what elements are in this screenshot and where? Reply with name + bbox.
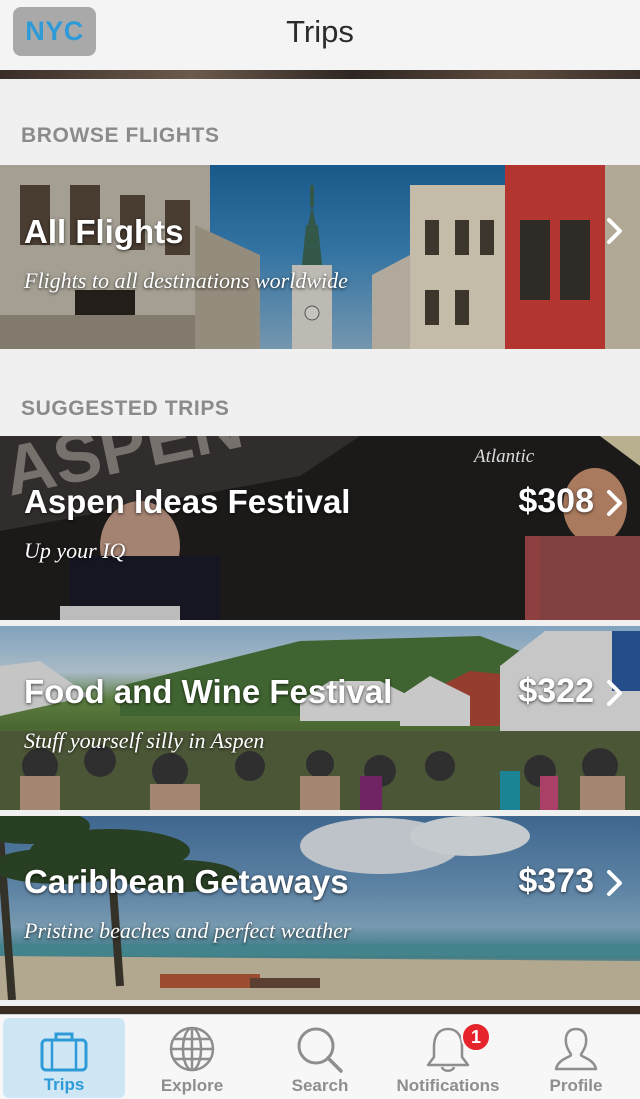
chevron-right-icon xyxy=(607,680,622,706)
caribbean-subtitle: Pristine beaches and perfect weather xyxy=(24,918,352,943)
tab-bar: Trips Explore Search Notifications Profi… xyxy=(0,1014,640,1099)
aspen-subtitle: Up your IQ xyxy=(24,538,126,563)
trip-card-food-wine[interactable]: Food and Wine Festival Stuff yourself si… xyxy=(0,626,640,810)
tab-search[interactable]: Search xyxy=(256,1015,384,1099)
aspen-price: $308 xyxy=(518,482,594,520)
tab-profile[interactable]: Profile xyxy=(512,1015,640,1099)
all-flights-subtitle: Flights to all destinations worldwide xyxy=(24,268,348,293)
navigation-bar: NYC Trips xyxy=(0,0,640,70)
notifications-badge: 1 xyxy=(461,1022,491,1052)
all-flights-title: All Flights xyxy=(24,213,184,250)
next-card-edge xyxy=(0,1006,640,1014)
tab-explore-label: Explore xyxy=(160,1076,224,1095)
card-overlay xyxy=(0,816,640,1000)
tab-notifications-label: Notifications xyxy=(396,1076,500,1095)
tab-profile-label: Profile xyxy=(549,1076,603,1095)
suggested-trips-header: SUGGESTED TRIPS xyxy=(21,397,230,420)
tab-trips-label: Trips xyxy=(43,1075,85,1094)
tab-explore[interactable]: Explore xyxy=(128,1015,256,1099)
person-icon xyxy=(554,1027,598,1071)
food-wine-title: Food and Wine Festival xyxy=(24,673,393,710)
trip-card-caribbean[interactable]: Caribbean Getaways Pristine beaches and … xyxy=(0,816,640,1000)
food-wine-price: $322 xyxy=(518,672,594,710)
card-overlay xyxy=(0,436,640,620)
globe-icon xyxy=(169,1026,215,1072)
caribbean-price: $373 xyxy=(518,862,594,900)
briefcase-icon xyxy=(40,1032,88,1072)
page-title: Trips xyxy=(286,14,354,49)
atlantic-logo: Atlantic xyxy=(474,446,535,467)
tab-notifications[interactable]: Notifications xyxy=(384,1015,512,1099)
caribbean-title: Caribbean Getaways xyxy=(24,863,349,900)
chevron-right-icon xyxy=(607,490,622,516)
trip-card-aspen[interactable]: ASPEN Atlantic Aspen Ideas Festival Up y… xyxy=(0,436,640,620)
chevron-right-icon xyxy=(607,870,622,896)
card-overlay xyxy=(0,626,640,810)
card-overlay xyxy=(0,165,640,349)
browse-flights-header: BROWSE FLIGHTS xyxy=(21,124,220,147)
chevron-right-icon xyxy=(607,218,622,244)
tab-search-label: Search xyxy=(291,1076,349,1095)
aspen-title: Aspen Ideas Festival xyxy=(24,483,351,520)
tab-trips[interactable]: Trips xyxy=(3,1018,125,1098)
search-icon xyxy=(297,1027,343,1073)
food-wine-subtitle: Stuff yourself silly in Aspen xyxy=(24,728,265,753)
all-flights-card[interactable]: All Flights Flights to all destinations … xyxy=(0,165,640,349)
scrolled-card-edge xyxy=(0,70,640,79)
